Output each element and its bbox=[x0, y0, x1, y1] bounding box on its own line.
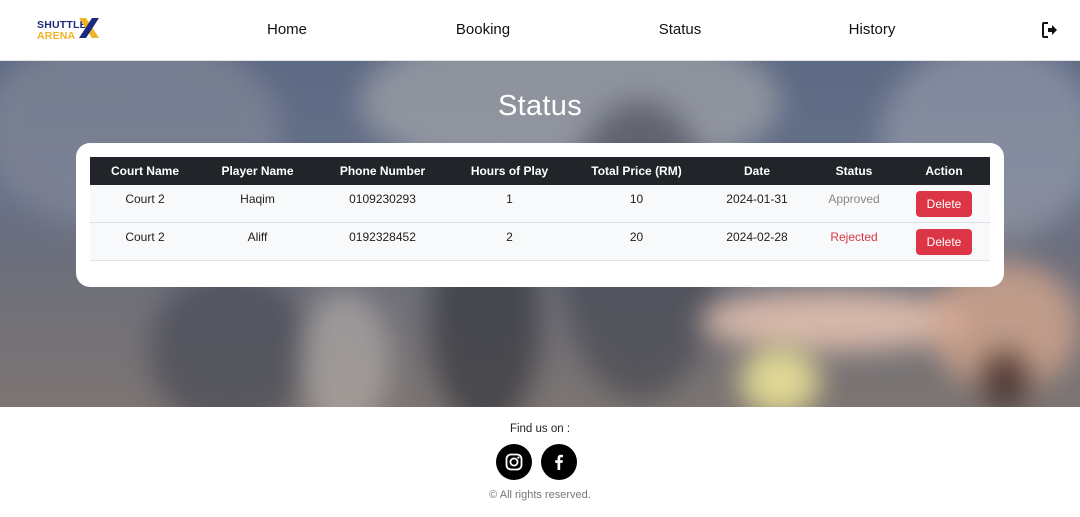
logout-icon[interactable] bbox=[1041, 21, 1059, 39]
nav-home[interactable]: Home bbox=[227, 20, 347, 40]
cell-court: Court 2 bbox=[125, 192, 165, 206]
facebook-link[interactable] bbox=[541, 444, 577, 480]
instagram-link[interactable] bbox=[496, 444, 532, 480]
cell-price: 10 bbox=[629, 192, 644, 206]
top-navbar: SHUTTLE ARENA Home Booking Status Histor… bbox=[0, 0, 1080, 61]
cell-hours: 1 bbox=[506, 192, 513, 206]
table-header: Court Name Player Name Phone Number Hour… bbox=[90, 157, 990, 185]
header-player-name: Player Name bbox=[221, 164, 294, 178]
cell-phone: 0192328452 bbox=[349, 230, 416, 244]
header-total-price: Total Price (RM) bbox=[591, 164, 682, 178]
header-hours-of-play: Hours of Play bbox=[470, 164, 549, 178]
header-status: Status bbox=[835, 164, 873, 178]
header-action: Action bbox=[925, 164, 963, 178]
facebook-icon bbox=[555, 454, 563, 470]
footer: Find us on : © All rights reserved. bbox=[0, 407, 1080, 517]
header-date: Date bbox=[743, 164, 770, 178]
page-title: Status bbox=[497, 90, 582, 122]
find-us-label: Find us on : bbox=[509, 423, 571, 435]
nav-history[interactable]: History bbox=[812, 20, 932, 40]
table-row: Court 2 Aliff 0192328452 2 20 2024-02-28… bbox=[90, 223, 990, 261]
logo-x-icon bbox=[79, 18, 99, 38]
logo-line-2: ARENA bbox=[37, 30, 76, 42]
copyright-text: © All rights reserved. bbox=[489, 489, 591, 501]
cell-court: Court 2 bbox=[125, 230, 165, 244]
status-table: Court Name Player Name Phone Number Hour… bbox=[90, 157, 990, 261]
cell-date: 2024-01-31 bbox=[726, 192, 788, 206]
header-court-name: Court Name bbox=[110, 164, 179, 178]
instagram-icon bbox=[505, 453, 523, 471]
cell-status: Rejected bbox=[830, 230, 878, 244]
cell-phone: 0109230293 bbox=[349, 192, 416, 206]
header-phone-number: Phone Number bbox=[339, 164, 426, 178]
cell-price: 20 bbox=[629, 230, 644, 244]
cell-action: Delete bbox=[898, 185, 990, 222]
nav-booking[interactable]: Booking bbox=[423, 20, 543, 40]
cell-status: Approved bbox=[828, 192, 880, 206]
table-row: Court 2 Haqim 0109230293 1 10 2024-01-31… bbox=[90, 185, 990, 223]
status-card: Court Name Player Name Phone Number Hour… bbox=[76, 143, 1004, 287]
cell-date: 2024-02-28 bbox=[726, 230, 788, 244]
cell-hours: 2 bbox=[506, 230, 513, 244]
shuttle-arena-logo[interactable]: SHUTTLE ARENA bbox=[37, 16, 103, 44]
cell-player: Haqim bbox=[240, 192, 275, 206]
nav-status[interactable]: Status bbox=[620, 20, 740, 40]
cell-action: Delete bbox=[898, 223, 990, 260]
delete-button[interactable]: Delete bbox=[916, 191, 972, 217]
cell-player: Aliff bbox=[247, 230, 268, 244]
delete-button[interactable]: Delete bbox=[916, 229, 972, 255]
